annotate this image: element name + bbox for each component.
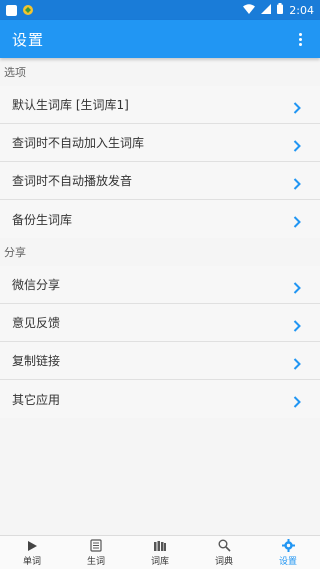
- nav-label: 生词: [86, 556, 105, 567]
- notification-square-icon: [6, 4, 17, 16]
- options-list: 默认生词库 [生词库1] 查词时不自动加入生词库 查词时不自动播放发音 备份生词…: [0, 86, 320, 238]
- setting-label: 查词时不自动播放发音: [12, 174, 133, 188]
- setting-label: 其它应用: [12, 392, 61, 407]
- setting-label: 微信分享: [12, 278, 61, 292]
- books-icon: [153, 539, 167, 553]
- setting-label: 意见反馈: [12, 316, 61, 330]
- chevron-right-icon: [286, 203, 308, 241]
- setting-wechat-share[interactable]: 微信分享: [0, 266, 320, 304]
- bottom-nav: 单词 生词 词库 词典 设置: [0, 535, 320, 569]
- status-bar: 2:04: [0, 0, 320, 20]
- setting-feedback[interactable]: 意见反馈: [0, 304, 320, 342]
- chevron-right-icon: [286, 127, 308, 165]
- overflow-dot-icon: [298, 42, 302, 46]
- app-bar: 设置: [0, 20, 320, 58]
- nav-tab-words[interactable]: 单词: [0, 536, 64, 569]
- chevron-right-icon: [286, 307, 308, 345]
- setting-no-auto-add[interactable]: 查词时不自动加入生词库: [0, 124, 320, 162]
- wifi-icon: [243, 3, 256, 17]
- section-header-share: 分享: [0, 238, 320, 266]
- setting-label: 备份生词库: [12, 212, 73, 227]
- nav-label: 设置: [278, 556, 297, 567]
- page-title: 设置: [12, 30, 45, 49]
- nav-label: 词库: [150, 556, 169, 567]
- setting-label: 复制链接: [12, 354, 61, 368]
- nav-label: 词典: [214, 556, 233, 567]
- search-icon: [217, 539, 231, 553]
- setting-backup-wordbook[interactable]: 备份生词库: [0, 200, 320, 238]
- setting-no-auto-play[interactable]: 查词时不自动播放发音: [0, 162, 320, 200]
- overflow-dot-icon: [298, 37, 302, 41]
- play-icon: [25, 539, 39, 553]
- notes-icon: [89, 539, 103, 553]
- chevron-right-icon: [286, 89, 308, 127]
- share-list: 微信分享 意见反馈 复制链接 其它应用: [0, 266, 320, 418]
- nav-tab-new-words[interactable]: 生词: [64, 536, 128, 569]
- chevron-right-icon: [286, 383, 308, 421]
- overflow-dot-icon: [298, 32, 302, 36]
- section-header-options: 选项: [0, 58, 320, 86]
- setting-label: 默认生词库 [生词库1]: [12, 98, 129, 112]
- gear-icon: [281, 539, 295, 553]
- signal-icon: [261, 3, 272, 17]
- chevron-right-icon: [286, 269, 308, 307]
- nav-tab-settings[interactable]: 设置: [256, 536, 320, 569]
- setting-other-apps[interactable]: 其它应用: [0, 380, 320, 418]
- setting-default-wordbook[interactable]: 默认生词库 [生词库1]: [0, 86, 320, 124]
- chevron-right-icon: [286, 345, 308, 383]
- settings-content[interactable]: 选项 默认生词库 [生词库1] 查词时不自动加入生词库 查词时不自动播放发音 备…: [0, 58, 320, 535]
- setting-copy-link[interactable]: 复制链接: [0, 342, 320, 380]
- app-notification-icon: [22, 4, 34, 16]
- status-time: 2:04: [289, 3, 314, 17]
- nav-tab-wordbank[interactable]: 词库: [128, 536, 192, 569]
- overflow-menu-button[interactable]: [292, 27, 308, 51]
- nav-label: 单词: [22, 556, 41, 567]
- chevron-right-icon: [286, 165, 308, 203]
- nav-tab-dictionary[interactable]: 词典: [192, 536, 256, 569]
- setting-label: 查词时不自动加入生词库: [12, 136, 145, 150]
- battery-icon: [277, 3, 284, 17]
